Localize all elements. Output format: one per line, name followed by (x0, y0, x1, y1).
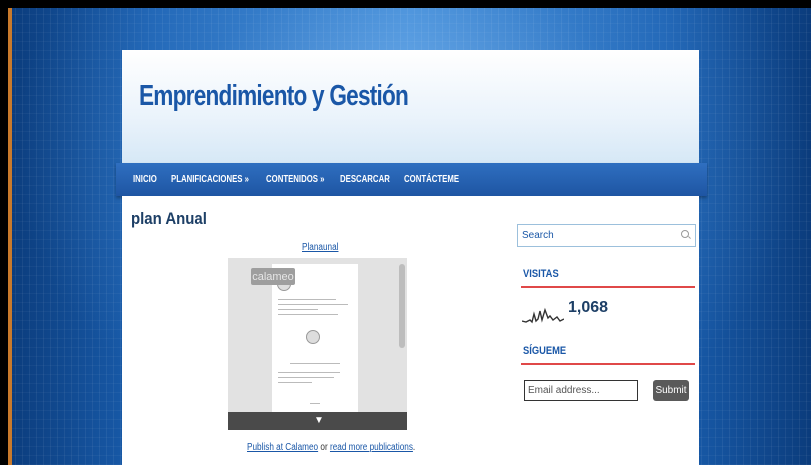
visits-divider (521, 286, 695, 288)
main-content: plan Anual Planaunal calameo ▼ Publish a… (122, 196, 699, 465)
main-navigation: INICIO PLANIFICACIONES » CONTENIDOS » DE… (116, 163, 707, 196)
window-edge (8, 8, 12, 465)
search-input[interactable] (518, 225, 682, 246)
visits-sparkline-icon (522, 307, 564, 324)
document-line (278, 309, 318, 310)
document-page-preview (272, 264, 358, 423)
document-line (278, 299, 336, 300)
viewer-scrollbar[interactable] (399, 264, 405, 348)
publish-at-calameo-link[interactable]: Publish at Calameo (247, 442, 318, 453)
nav-item-inicio[interactable]: INICIO (133, 174, 157, 185)
email-field[interactable] (524, 380, 638, 401)
submit-button[interactable]: Submit (653, 380, 689, 401)
nav-item-contenidos[interactable]: CONTENIDOS » (266, 174, 325, 185)
nav-item-descarcar[interactable]: DESCARCAR (340, 174, 390, 185)
document-line (278, 314, 338, 315)
chevron-down-icon[interactable]: ▼ (314, 415, 324, 426)
site-title[interactable]: Emprendimiento y Gestión (139, 80, 409, 113)
document-link[interactable]: Planaunal (302, 242, 338, 253)
viewer-toolbar: ▼ (228, 412, 407, 430)
publish-line: Publish at Calameo or read more publicat… (247, 442, 415, 453)
nav-item-planificaciones[interactable]: PLANIFICACIONES » (171, 174, 249, 185)
follow-widget-title: SÍGUEME (523, 345, 567, 357)
document-line (278, 304, 348, 305)
nav-item-contacteme[interactable]: CONTÁCTEME (404, 174, 459, 185)
document-line (278, 372, 340, 373)
publish-or-text: or (318, 442, 330, 453)
publish-end-text: . (412, 442, 416, 453)
read-more-link[interactable]: read more publications (330, 442, 413, 453)
follow-divider (521, 363, 695, 365)
site-header: Emprendimiento y Gestión (122, 50, 699, 163)
visits-widget-title: VISITAS (523, 268, 559, 280)
calameo-logo: calameo (251, 268, 295, 285)
post-title: plan Anual (131, 209, 207, 228)
document-line (290, 363, 340, 364)
search-icon[interactable] (681, 230, 689, 238)
search-box (517, 224, 696, 247)
emblem-icon (306, 330, 320, 344)
document-line (278, 382, 312, 383)
document-line (310, 403, 320, 404)
document-viewer[interactable]: calameo ▼ (228, 258, 407, 430)
document-line (278, 377, 334, 378)
visits-count: 1,068 (568, 299, 609, 316)
